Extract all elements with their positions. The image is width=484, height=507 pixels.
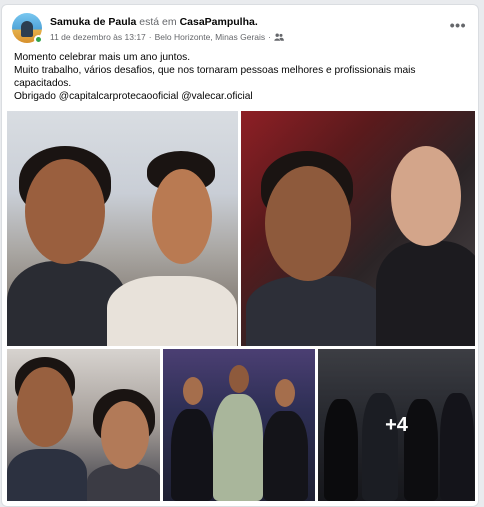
post-meta: 11 de dezembro às 13:17 · Belo Horizonte… (50, 32, 284, 42)
connector-text: está em (139, 16, 177, 28)
post-text-line: Momento celebrar mais um ano juntos. (14, 52, 191, 63)
online-status-dot (34, 35, 43, 44)
gallery-photo-1[interactable] (7, 111, 238, 346)
post-date[interactable]: 11 de dezembro às 13:17 (50, 32, 146, 42)
author-line: Samuka de Paula está em CasaPampulha. (50, 16, 258, 29)
gallery-photo-5[interactable]: +4 (318, 349, 475, 501)
post-text-line: capacitados. (14, 78, 72, 89)
more-photos-count[interactable]: +4 (318, 349, 475, 501)
gallery-photo-4[interactable] (163, 349, 315, 501)
gallery-photo-2[interactable] (241, 111, 475, 346)
friends-icon[interactable] (274, 33, 284, 41)
post-text-line: Muito trabalho, vários desafios, que nos… (14, 65, 416, 76)
post-location[interactable]: Belo Horizonte, Minas Gerais (155, 32, 266, 42)
post-card: Samuka de Paula está em CasaPampulha. 11… (1, 4, 479, 507)
post-text-line[interactable]: Obrigado @capitalcarprotecaooficial @val… (14, 90, 466, 103)
meta-separator-2: · (268, 32, 272, 42)
meta-separator: · (148, 32, 152, 42)
more-options-icon[interactable]: ••• (450, 17, 466, 33)
author-name[interactable]: Samuka de Paula (50, 16, 136, 28)
place-name[interactable]: CasaPampulha. (180, 16, 258, 28)
gallery-photo-3[interactable] (7, 349, 160, 501)
post-header: Samuka de Paula está em CasaPampulha. 11… (12, 13, 468, 47)
post-text: Momento celebrar mais um ano juntos. Mui… (14, 51, 466, 103)
